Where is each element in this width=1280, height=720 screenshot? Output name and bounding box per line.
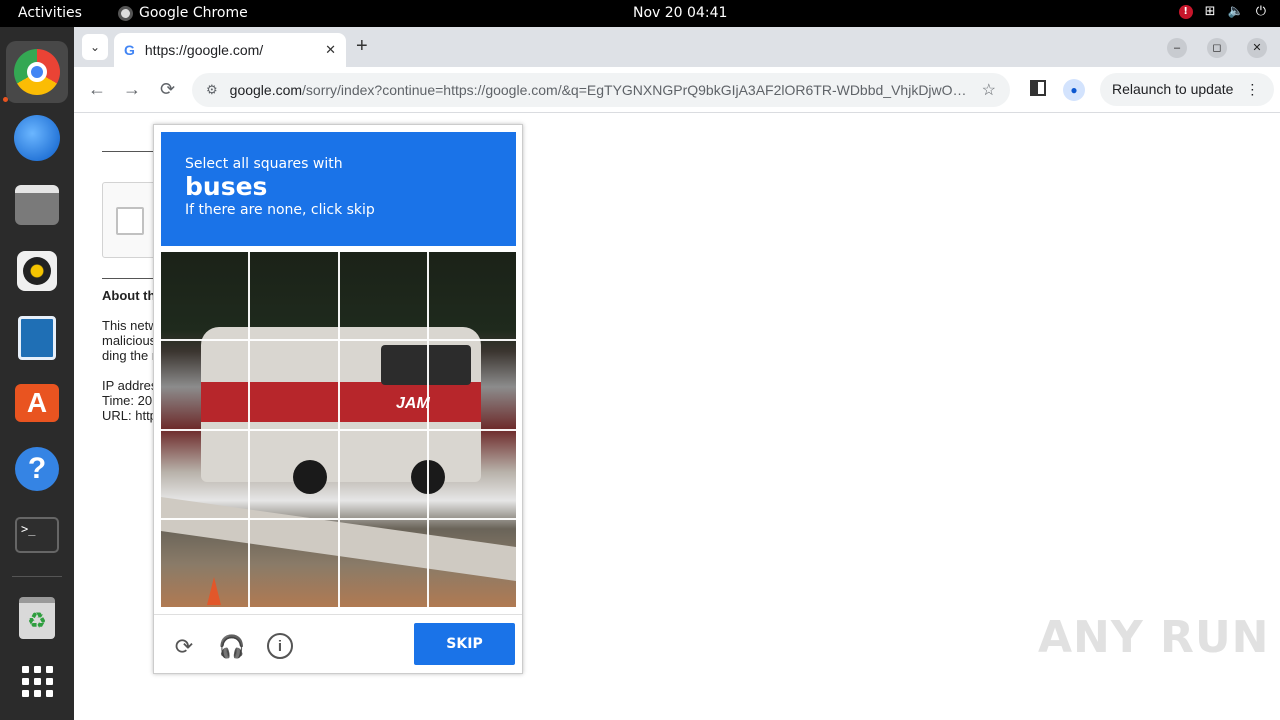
anyrun-watermark: ANY RUN [1038, 612, 1270, 663]
info-icon[interactable]: i [267, 633, 293, 659]
address-path: /sorry/index?continue=https://google.com… [302, 82, 967, 98]
browser-toolbar: ← → ⟳ ⚙ google.com /sorry/index?continue… [74, 67, 1280, 113]
skip-button[interactable]: SKIP [414, 623, 515, 665]
volume-icon[interactable]: 🔈 [1228, 4, 1244, 19]
app-center-icon: A [15, 384, 59, 422]
tab-title: https://google.com/ [144, 42, 264, 58]
audio-challenge-icon[interactable]: 🎧 [218, 633, 246, 661]
dock: A ? >_ ♻ [0, 27, 74, 720]
reload-challenge-icon[interactable]: ⟳ [170, 633, 198, 661]
running-indicator [3, 97, 8, 102]
back-button[interactable]: ← [88, 79, 106, 100]
dock-terminal[interactable]: >_ [6, 504, 68, 566]
profile-avatar-icon[interactable]: ● [1063, 79, 1085, 101]
help-icon: ? [15, 447, 59, 491]
tile-4-3[interactable] [338, 518, 428, 607]
dock-chrome[interactable] [6, 41, 68, 103]
trash-icon: ♻ [19, 597, 55, 639]
system-tray[interactable]: ! ⊞ 🔈 ⏻ [1178, 4, 1266, 19]
tile-grid [161, 252, 516, 607]
tab-search-button[interactable]: ⌄ [82, 34, 108, 60]
dock-rhythmbox[interactable] [6, 240, 68, 302]
terminal-icon: >_ [15, 517, 59, 553]
recaptcha-checkbox[interactable] [116, 207, 144, 235]
tile-2-4[interactable] [427, 340, 516, 430]
challenge-hint: If there are none, click skip [185, 202, 375, 218]
tile-3-4[interactable] [427, 429, 516, 519]
app-menu[interactable]: Google Chrome [118, 5, 248, 21]
minimize-button[interactable]: – [1167, 38, 1187, 58]
challenge-footer-divider [154, 614, 522, 615]
time-line: Time: 20 [102, 393, 153, 408]
chrome-small-icon [118, 5, 133, 21]
dock-separator [12, 576, 62, 577]
show-apps-button[interactable] [6, 650, 68, 712]
challenge-target: buses [185, 172, 268, 201]
challenge-header: Select all squares with buses If there a… [161, 132, 516, 246]
close-window-button[interactable]: ✕ [1247, 38, 1267, 58]
tab-close-icon[interactable]: ✕ [325, 42, 336, 58]
new-tab-button[interactable]: + [356, 35, 368, 58]
tile-2-3[interactable] [338, 340, 428, 430]
text-line: ding the r [102, 348, 157, 363]
dock-help[interactable]: ? [6, 438, 68, 500]
dock-files[interactable] [6, 174, 68, 236]
tab-google[interactable]: G https://google.com/ ✕ [114, 33, 346, 67]
activities-button[interactable]: Activities [18, 5, 82, 21]
google-favicon-icon: G [124, 42, 135, 58]
url-line: URL: http [102, 408, 157, 423]
tile-2-2[interactable] [249, 340, 339, 430]
system-top-bar: Activities Google Chrome Nov 20 04:41 ! … [0, 0, 1280, 27]
text-line: This netw [102, 318, 158, 333]
about-heading: About th [102, 288, 156, 303]
show-apps-icon [22, 666, 53, 697]
tab-strip: ⌄ G https://google.com/ ✕ + – ◻ ✕ [74, 27, 1280, 67]
side-panel-icon[interactable] [1030, 80, 1046, 96]
ip-address-line: IP addres [102, 378, 158, 393]
thunderbird-icon [14, 115, 60, 161]
forward-button[interactable]: → [123, 79, 141, 100]
challenge-instruction: Select all squares with [185, 156, 343, 172]
site-info-icon[interactable]: ⚙ [206, 82, 218, 98]
tile-1-2[interactable] [249, 252, 339, 341]
tile-4-2[interactable] [249, 518, 339, 607]
relaunch-to-update-button[interactable]: Relaunch to update ⋮ [1100, 73, 1274, 106]
reload-button[interactable]: ⟳ [160, 79, 175, 100]
app-name: Google Chrome [139, 5, 248, 21]
tile-3-3[interactable] [338, 429, 428, 519]
relaunch-label: Relaunch to update [1112, 81, 1234, 97]
dock-writer[interactable] [6, 307, 68, 369]
tile-4-1[interactable] [161, 518, 250, 607]
about-paragraph: This netw malicious ding the r [102, 318, 158, 363]
tile-3-1[interactable] [161, 429, 250, 519]
alert-icon[interactable]: ! [1178, 4, 1193, 19]
challenge-image-grid: JAM [161, 252, 516, 607]
power-icon[interactable]: ⏻ [1256, 4, 1266, 19]
clock[interactable]: Nov 20 04:41 [633, 5, 727, 21]
text-line: malicious [102, 333, 157, 348]
dock-trash[interactable]: ♻ [6, 587, 68, 649]
chrome-icon [14, 49, 60, 95]
restore-button[interactable]: ◻ [1207, 38, 1227, 58]
tile-4-4[interactable] [427, 518, 516, 607]
request-details: IP addres Time: 20 URL: http [102, 378, 157, 423]
rhythmbox-icon [17, 251, 57, 291]
tile-1-4[interactable] [427, 252, 516, 341]
tile-2-1[interactable] [161, 340, 250, 430]
tile-1-1[interactable] [161, 252, 250, 341]
tile-3-2[interactable] [249, 429, 339, 519]
address-host: google.com [229, 82, 303, 98]
chrome-menu-icon[interactable]: ⋮ [1245, 81, 1259, 97]
address-bar[interactable]: ⚙ google.com /sorry/index?continue=https… [192, 73, 1010, 107]
recaptcha-challenge: Select all squares with buses If there a… [153, 124, 523, 674]
tile-1-3[interactable] [338, 252, 428, 341]
network-icon[interactable]: ⊞ [1205, 4, 1216, 19]
bookmark-star-icon[interactable]: ☆ [982, 80, 996, 100]
dock-app-center[interactable]: A [6, 372, 68, 434]
dock-thunderbird[interactable] [6, 107, 68, 169]
writer-icon [18, 316, 56, 360]
files-icon [15, 185, 59, 225]
